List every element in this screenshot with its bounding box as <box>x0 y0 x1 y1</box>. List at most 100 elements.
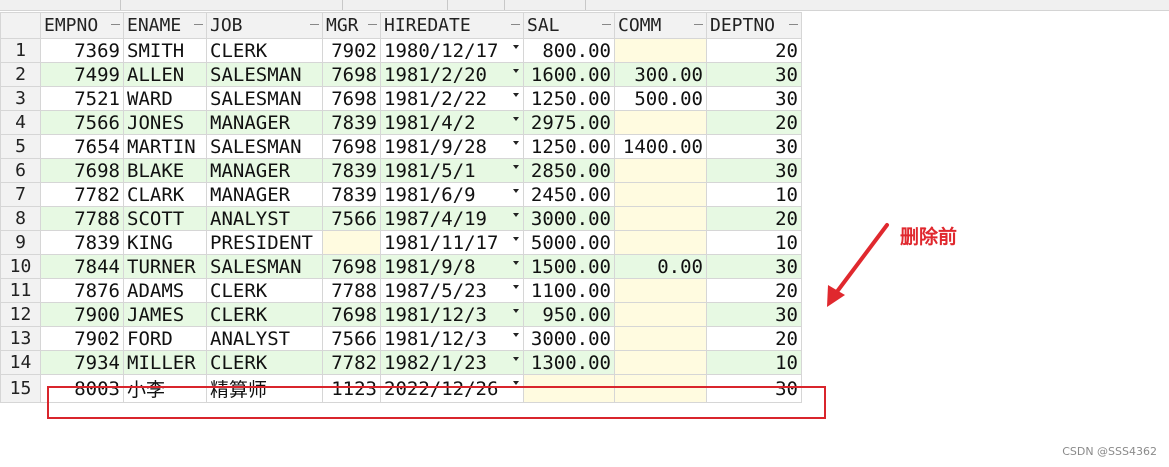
cell-sal[interactable]: 2850.00 <box>523 158 615 183</box>
cell-sal[interactable]: 1100.00 <box>523 278 615 303</box>
cell-mgr[interactable]: 7566 <box>322 326 381 351</box>
row-number[interactable]: 9 <box>0 230 41 255</box>
table-row[interactable]: 11 7876 ADAMS CLERK 7788 1987/5/23 1100.00 20 <box>0 278 802 303</box>
date-dropdown-icon[interactable] <box>513 141 519 145</box>
table-row[interactable]: 10 7844 TURNER SALESMAN 7698 1981/9/8 1500.00 0… <box>0 254 802 279</box>
cell-sal[interactable]: 3000.00 <box>523 326 615 351</box>
cell-hiredate[interactable]: 1981/9/8 <box>380 254 524 279</box>
cell-ename[interactable]: CLARK <box>123 182 207 207</box>
cell-hiredate[interactable]: 1981/4/2 <box>380 110 524 135</box>
date-dropdown-icon[interactable] <box>513 381 519 385</box>
cell-mgr[interactable]: 7566 <box>322 206 381 231</box>
cell-hiredate[interactable]: 1981/12/3 <box>380 302 524 327</box>
row-number[interactable]: 5 <box>0 134 41 159</box>
cell-comm[interactable] <box>614 302 707 327</box>
column-header-ename[interactable]: ENAME <box>123 12 207 39</box>
cell-comm[interactable]: 500.00 <box>614 86 707 111</box>
sort-icon[interactable] <box>789 24 798 25</box>
cell-comm[interactable] <box>614 206 707 231</box>
row-number[interactable]: 10 <box>0 254 41 279</box>
cell-sal[interactable]: 1250.00 <box>523 134 615 159</box>
cell-mgr[interactable]: 7788 <box>322 278 381 303</box>
table-row[interactable]: 14 7934 MILLER CLERK 7782 1982/1/23 1300.00 10 <box>0 350 802 375</box>
cell-job[interactable]: CLERK <box>206 278 323 303</box>
cell-comm[interactable] <box>614 326 707 351</box>
date-dropdown-icon[interactable] <box>513 309 519 313</box>
cell-ename[interactable]: FORD <box>123 326 207 351</box>
cell-mgr[interactable]: 7902 <box>322 38 381 63</box>
cell-hiredate[interactable]: 1981/12/3 <box>380 326 524 351</box>
grid-corner[interactable] <box>0 12 41 39</box>
cell-job[interactable]: SALESMAN <box>206 254 323 279</box>
cell-mgr[interactable]: 7698 <box>322 302 381 327</box>
row-number[interactable]: 11 <box>0 278 41 303</box>
row-number[interactable]: 3 <box>0 86 41 111</box>
row-number[interactable]: 8 <box>0 206 41 231</box>
cell-deptno[interactable]: 10 <box>706 230 802 255</box>
row-number[interactable]: 12 <box>0 302 41 327</box>
date-dropdown-icon[interactable] <box>513 69 519 73</box>
cell-comm[interactable] <box>614 38 707 63</box>
table-row[interactable]: 9 7839 KING PRESIDENT 1981/11/17 5000.00 10 <box>0 230 802 255</box>
cell-mgr[interactable] <box>322 230 381 255</box>
cell-empno[interactable]: 7566 <box>40 110 124 135</box>
date-dropdown-icon[interactable] <box>513 237 519 241</box>
cell-deptno[interactable]: 20 <box>706 38 802 63</box>
cell-job[interactable]: CLERK <box>206 38 323 63</box>
sort-icon[interactable] <box>310 24 319 25</box>
cell-ename[interactable]: WARD <box>123 86 207 111</box>
cell-deptno[interactable]: 20 <box>706 326 802 351</box>
cell-empno[interactable]: 7654 <box>40 134 124 159</box>
column-header-deptno[interactable]: DEPTNO <box>706 12 802 39</box>
cell-deptno[interactable]: 30 <box>706 86 802 111</box>
column-header-job[interactable]: JOB <box>206 12 323 39</box>
sort-icon[interactable] <box>368 24 377 25</box>
cell-deptno[interactable]: 30 <box>706 158 802 183</box>
cell-ename[interactable]: BLAKE <box>123 158 207 183</box>
cell-mgr[interactable]: 7698 <box>322 254 381 279</box>
cell-sal[interactable]: 2975.00 <box>523 110 615 135</box>
cell-sal[interactable]: 2450.00 <box>523 182 615 207</box>
cell-deptno[interactable]: 30 <box>706 134 802 159</box>
date-dropdown-icon[interactable] <box>513 117 519 121</box>
table-row[interactable]: 6 7698 BLAKE MANAGER 7839 1981/5/1 2850.00 30 <box>0 158 802 183</box>
cell-ename[interactable]: TURNER <box>123 254 207 279</box>
cell-empno[interactable]: 7788 <box>40 206 124 231</box>
column-header-comm[interactable]: COMM <box>614 12 707 39</box>
table-row[interactable]: 1 7369 SMITH CLERK 7902 1980/12/17 800.00 20 <box>0 38 802 63</box>
table-row[interactable]: 8 7788 SCOTT ANALYST 7566 1987/4/19 3000.00 20 <box>0 206 802 231</box>
cell-deptno[interactable]: 10 <box>706 182 802 207</box>
cell-mgr[interactable]: 7839 <box>322 110 381 135</box>
cell-hiredate[interactable]: 1987/4/19 <box>380 206 524 231</box>
table-row[interactable]: 3 7521 WARD SALESMAN 7698 1981/2/22 1250.00 500… <box>0 86 802 111</box>
cell-comm[interactable] <box>614 230 707 255</box>
table-row[interactable]: 2 7499 ALLEN SALESMAN 7698 1981/2/20 1600.00 30… <box>0 62 802 87</box>
cell-hiredate[interactable]: 1981/2/22 <box>380 86 524 111</box>
row-number[interactable]: 6 <box>0 158 41 183</box>
cell-ename[interactable]: MARTIN <box>123 134 207 159</box>
column-header-sal[interactable]: SAL <box>523 12 615 39</box>
row-number[interactable]: 13 <box>0 326 41 351</box>
cell-ename[interactable]: KING <box>123 230 207 255</box>
date-dropdown-icon[interactable] <box>513 261 519 265</box>
cell-sal[interactable]: 3000.00 <box>523 206 615 231</box>
cell-sal[interactable]: 950.00 <box>523 302 615 327</box>
cell-job[interactable]: CLERK <box>206 302 323 327</box>
cell-empno[interactable]: 7782 <box>40 182 124 207</box>
table-row[interactable]: 7 7782 CLARK MANAGER 7839 1981/6/9 2450.00 10 <box>0 182 802 207</box>
column-header-hiredate[interactable]: HIREDATE <box>380 12 524 39</box>
date-dropdown-icon[interactable] <box>513 165 519 169</box>
cell-deptno[interactable]: 20 <box>706 206 802 231</box>
cell-comm[interactable] <box>614 110 707 135</box>
date-dropdown-icon[interactable] <box>513 213 519 217</box>
cell-mgr[interactable]: 7698 <box>322 134 381 159</box>
sort-icon[interactable] <box>694 24 703 25</box>
cell-comm[interactable] <box>614 158 707 183</box>
cell-empno[interactable]: 7876 <box>40 278 124 303</box>
cell-job[interactable]: MANAGER <box>206 158 323 183</box>
cell-ename[interactable]: MILLER <box>123 350 207 375</box>
cell-hiredate[interactable]: 1987/5/23 <box>380 278 524 303</box>
cell-sal[interactable]: 1500.00 <box>523 254 615 279</box>
date-dropdown-icon[interactable] <box>513 93 519 97</box>
cell-mgr[interactable]: 7698 <box>322 62 381 87</box>
